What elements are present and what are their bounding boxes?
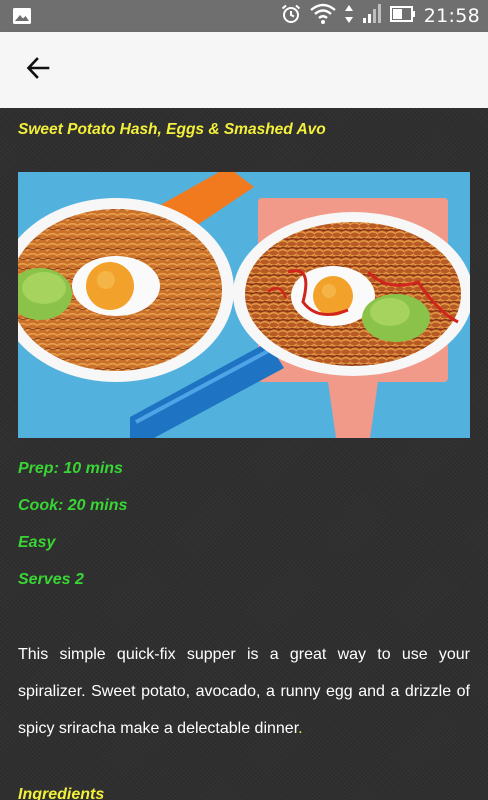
prep-time: Prep: 10 mins xyxy=(18,460,123,477)
back-button[interactable] xyxy=(14,46,62,94)
arrow-left-icon xyxy=(25,55,51,86)
app-bar xyxy=(0,32,488,108)
servings: Serves 2 xyxy=(18,571,84,588)
recipe-title: Sweet Potato Hash, Eggs & Smashed Avo xyxy=(18,121,326,138)
recipe-photo xyxy=(18,172,470,438)
recipe-content[interactable]: Sweet Potato Hash, Eggs & Smashed Avo Pr… xyxy=(0,108,488,800)
battery-icon xyxy=(389,3,416,30)
description-end: . xyxy=(298,720,303,737)
difficulty: Easy xyxy=(18,534,56,551)
status-time: 21:58 xyxy=(423,5,480,27)
alarm-icon xyxy=(280,3,302,30)
signal-icon xyxy=(362,3,382,30)
status-indicators: 21:58 xyxy=(280,0,480,32)
cook-time: Cook: 20 mins xyxy=(18,497,128,514)
status-bar: 21:58 xyxy=(0,0,488,32)
description-text: This simple quick-fix supper is a great … xyxy=(18,646,470,737)
image-notification-icon xyxy=(12,6,32,26)
recipe-description: This simple quick-fix supper is a great … xyxy=(18,636,470,747)
data-arrows-icon xyxy=(344,3,354,30)
wifi-icon xyxy=(309,3,336,30)
ingredients-heading: Ingredients xyxy=(18,786,105,800)
